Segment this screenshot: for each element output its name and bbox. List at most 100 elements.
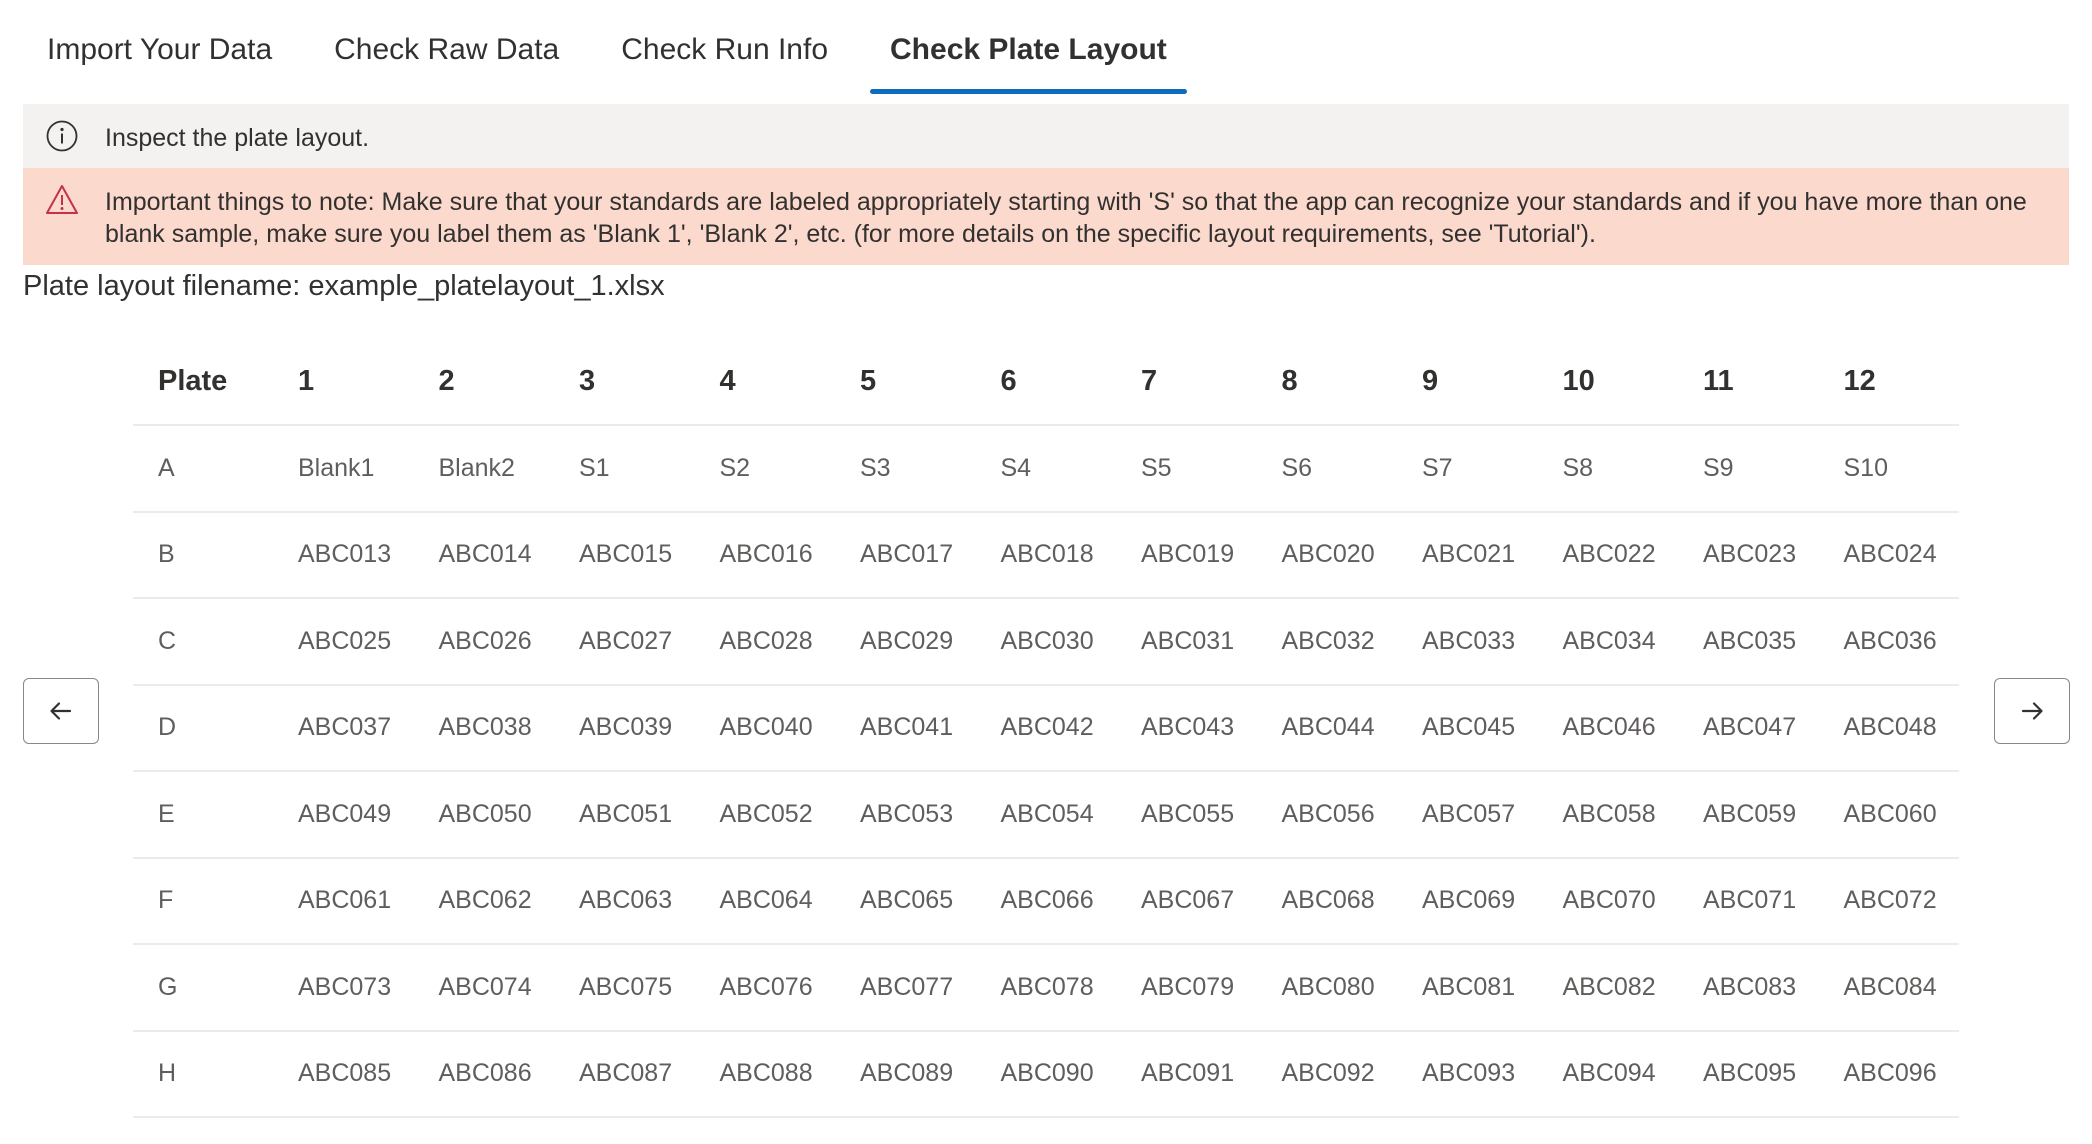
well-cell: ABC042 — [975, 684, 1116, 772]
well-cell: ABC071 — [1678, 857, 1819, 945]
well-cell: ABC033 — [1397, 598, 1538, 686]
column-header-plate: Plate — [133, 339, 273, 426]
info-message-text: Inspect the plate layout. — [105, 124, 370, 152]
well-cell: ABC043 — [1116, 684, 1257, 772]
table-row: A Blank1 Blank2 S1 S2 S3 S4 S5 S6 S7 S8 S9 S10 — [133, 425, 1959, 513]
well-cell: S2 — [694, 425, 835, 513]
column-header-3: 3 — [554, 339, 695, 426]
well-cell: ABC027 — [554, 598, 695, 686]
well-cell: ABC053 — [835, 771, 976, 859]
plate-layout-filename: Plate layout filename: example_platelayo… — [23, 270, 665, 302]
plate-layout-table: Plate 1 2 3 4 5 6 7 8 9 10 11 12 A Blank1 Blank2 S1 S2 S3… — [133, 339, 1959, 1118]
well-cell: ABC067 — [1116, 857, 1257, 945]
well-cell: ABC019 — [1116, 511, 1257, 599]
well-cell: S8 — [1537, 425, 1678, 513]
well-cell: ABC022 — [1537, 511, 1678, 599]
well-cell: ABC030 — [975, 598, 1116, 686]
well-cell: ABC056 — [1256, 771, 1397, 859]
well-cell: ABC076 — [694, 944, 835, 1032]
well-cell: ABC015 — [554, 511, 695, 599]
tab-check-plate-layout[interactable]: Check Plate Layout — [866, 20, 1191, 94]
well-cell: Blank1 — [273, 425, 414, 513]
row-label: B — [133, 511, 273, 599]
well-cell: ABC081 — [1397, 944, 1538, 1032]
row-label: C — [133, 598, 273, 686]
well-cell: S4 — [975, 425, 1116, 513]
well-cell: ABC016 — [694, 511, 835, 599]
well-cell: ABC026 — [413, 598, 554, 686]
table-row: F ABC061 ABC062 ABC063 ABC064 ABC065 ABC066 ABC… — [133, 857, 1959, 945]
well-cell: ABC025 — [273, 598, 414, 686]
row-label: E — [133, 771, 273, 859]
row-label: D — [133, 684, 273, 772]
row-label: H — [133, 1030, 273, 1118]
well-cell: ABC089 — [835, 1030, 976, 1118]
warning-icon — [45, 183, 79, 217]
well-cell: S5 — [1116, 425, 1257, 513]
table-row: G ABC073 ABC074 ABC075 ABC076 ABC077 ABC078 ABC… — [133, 944, 1959, 1032]
well-cell: ABC072 — [1818, 857, 1959, 945]
well-cell: ABC031 — [1116, 598, 1257, 686]
well-cell: S9 — [1678, 425, 1819, 513]
well-cell: ABC044 — [1256, 684, 1397, 772]
well-cell: ABC062 — [413, 857, 554, 945]
table-row: C ABC025 ABC026 ABC027 ABC028 ABC029 ABC030 ABC… — [133, 598, 1959, 686]
well-cell: ABC024 — [1818, 511, 1959, 599]
well-cell: ABC029 — [835, 598, 976, 686]
well-cell: ABC073 — [273, 944, 414, 1032]
row-label: G — [133, 944, 273, 1032]
well-cell: ABC069 — [1397, 857, 1538, 945]
well-cell: ABC084 — [1818, 944, 1959, 1032]
well-cell: ABC039 — [554, 684, 695, 772]
well-cell: ABC040 — [694, 684, 835, 772]
well-cell: ABC058 — [1537, 771, 1678, 859]
next-plate-button[interactable] — [1994, 678, 2070, 744]
column-header-4: 4 — [694, 339, 835, 426]
well-cell: ABC095 — [1678, 1030, 1819, 1118]
well-cell: ABC085 — [273, 1030, 414, 1118]
well-cell: ABC090 — [975, 1030, 1116, 1118]
well-cell: ABC054 — [975, 771, 1116, 859]
well-cell: ABC080 — [1256, 944, 1397, 1032]
tab-import-your-data[interactable]: Import Your Data — [23, 20, 296, 94]
well-cell: ABC035 — [1678, 598, 1819, 686]
column-header-11: 11 — [1678, 339, 1819, 426]
well-cell: ABC093 — [1397, 1030, 1538, 1118]
well-cell: ABC086 — [413, 1030, 554, 1118]
well-cell: ABC068 — [1256, 857, 1397, 945]
well-cell: ABC049 — [273, 771, 414, 859]
well-cell: ABC092 — [1256, 1030, 1397, 1118]
well-cell: S3 — [835, 425, 976, 513]
well-cell: ABC036 — [1818, 598, 1959, 686]
warning-message-text: Important things to note: Make sure that… — [105, 188, 2027, 248]
tab-check-raw-data[interactable]: Check Raw Data — [310, 20, 583, 94]
table-row: H ABC085 ABC086 ABC087 ABC088 ABC089 ABC090 ABC… — [133, 1030, 1959, 1118]
well-cell: ABC079 — [1116, 944, 1257, 1032]
well-cell: ABC037 — [273, 684, 414, 772]
well-cell: ABC059 — [1678, 771, 1819, 859]
well-cell: ABC065 — [835, 857, 976, 945]
well-cell: ABC074 — [413, 944, 554, 1032]
row-label: F — [133, 857, 273, 945]
well-cell: ABC096 — [1818, 1030, 1959, 1118]
well-cell: ABC023 — [1678, 511, 1819, 599]
tab-check-run-info[interactable]: Check Run Info — [597, 20, 852, 94]
column-header-9: 9 — [1397, 339, 1538, 426]
well-cell: ABC034 — [1537, 598, 1678, 686]
well-cell: ABC021 — [1397, 511, 1538, 599]
well-cell: ABC032 — [1256, 598, 1397, 686]
well-cell: ABC075 — [554, 944, 695, 1032]
well-cell: ABC082 — [1537, 944, 1678, 1032]
well-cell: ABC094 — [1537, 1030, 1678, 1118]
previous-plate-button[interactable] — [23, 678, 99, 744]
column-header-10: 10 — [1537, 339, 1678, 426]
well-cell: ABC083 — [1678, 944, 1819, 1032]
table-header-row: Plate 1 2 3 4 5 6 7 8 9 10 11 12 — [133, 339, 1959, 426]
arrow-left-icon — [50, 702, 72, 720]
column-header-7: 7 — [1116, 339, 1257, 426]
well-cell: ABC048 — [1818, 684, 1959, 772]
well-cell: S1 — [554, 425, 695, 513]
info-icon — [45, 119, 79, 153]
well-cell: ABC013 — [273, 511, 414, 599]
well-cell: ABC066 — [975, 857, 1116, 945]
